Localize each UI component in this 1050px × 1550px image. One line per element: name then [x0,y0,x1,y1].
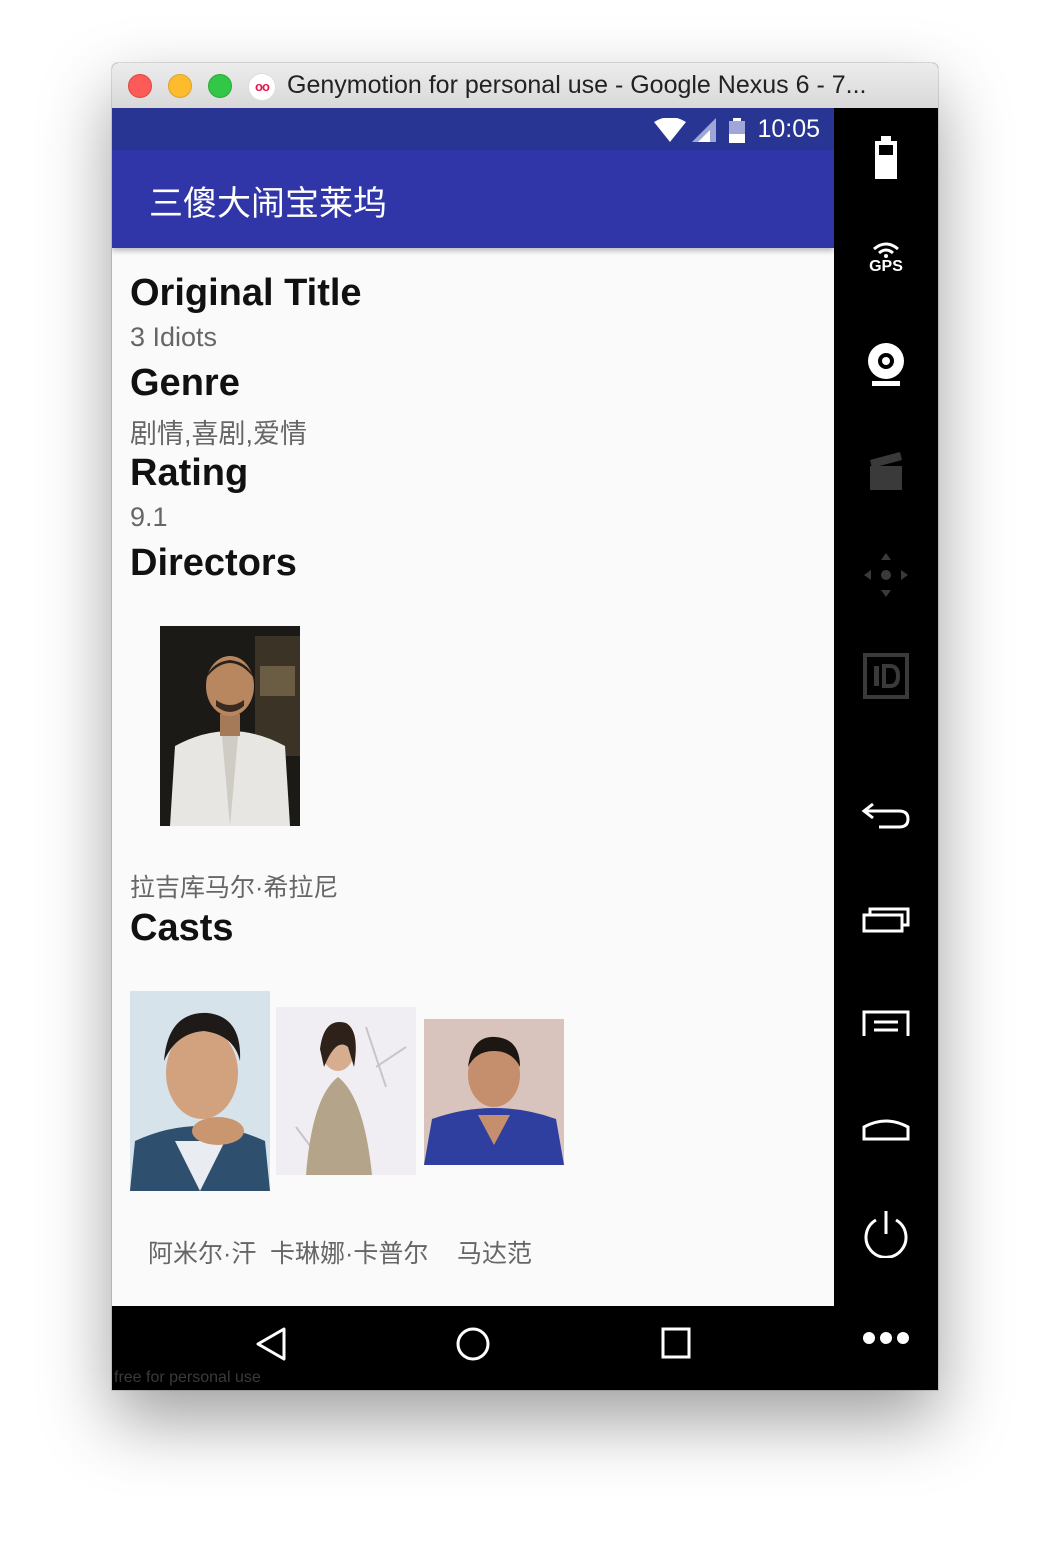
director-name: 拉吉库马尔·希拉尼 [130,874,339,902]
gps-label: GPS [869,258,903,275]
watermark-text: free for personal use [114,1369,261,1386]
screencast-icon[interactable] [856,448,916,492]
cell-signal-icon [692,118,716,142]
rating-value: 9.1 [130,502,168,532]
original-title-value: 3 Idiots [130,322,218,352]
dpad-icon[interactable] [856,551,916,599]
genre-value: 剧情,喜剧,爱情 [130,419,308,449]
app-toolbar: 三傻大闹宝莱坞 [112,150,834,248]
genre-heading: Genre [130,362,240,404]
window-minimize-button[interactable] [168,74,192,98]
app-title: 三傻大闹宝莱坞 [149,185,387,223]
power-icon[interactable] [856,1208,916,1258]
status-time: 10:05 [757,115,820,143]
home-icon[interactable] [856,1113,916,1143]
director-photo[interactable] [160,626,300,826]
webcam-icon[interactable] [856,341,916,387]
directors-heading: Directors [130,542,297,584]
genymotion-side-toolbar: GPS [834,108,938,1390]
more-icon[interactable] [856,1331,916,1345]
back-icon[interactable] [856,800,916,830]
window-zoom-button[interactable] [208,74,232,98]
cast-name: 卡琳娜·卡普尔 [270,1240,429,1268]
nav-recents-icon[interactable] [660,1326,692,1360]
rating-heading: Rating [130,452,249,494]
window-titlebar[interactable]: oo Genymotion for personal use - Google … [112,63,938,109]
android-status-bar: 10:05 [112,108,834,150]
recent-apps-icon[interactable] [856,905,916,935]
nav-home-icon[interactable] [455,1326,491,1362]
cast-photo[interactable] [424,1019,564,1165]
gps-icon[interactable]: GPS [856,240,916,276]
cast-photo[interactable] [276,1007,416,1175]
battery-status-icon [729,118,745,143]
cast-name: 阿米尔·汗 [148,1240,257,1268]
window-title: Genymotion for personal use - Google Nex… [287,71,867,99]
window-close-button[interactable] [128,74,152,98]
original-title-heading: Original Title [130,272,362,314]
emulator-window: oo Genymotion for personal use - Google … [112,63,938,1390]
genymotion-logo-icon: oo [248,73,276,101]
menu-icon[interactable] [856,1008,916,1038]
nav-back-icon[interactable] [254,1326,288,1362]
device-id-icon[interactable] [856,653,916,699]
battery-icon[interactable] [856,136,916,180]
cast-photo[interactable] [130,991,270,1191]
device-screen: 10:05 三傻大闹宝莱坞 Original Title 3 Idiots Ge… [112,108,834,1306]
cast-name: 马达范 [457,1240,533,1268]
wifi-icon [654,118,686,142]
casts-heading: Casts [130,907,234,949]
